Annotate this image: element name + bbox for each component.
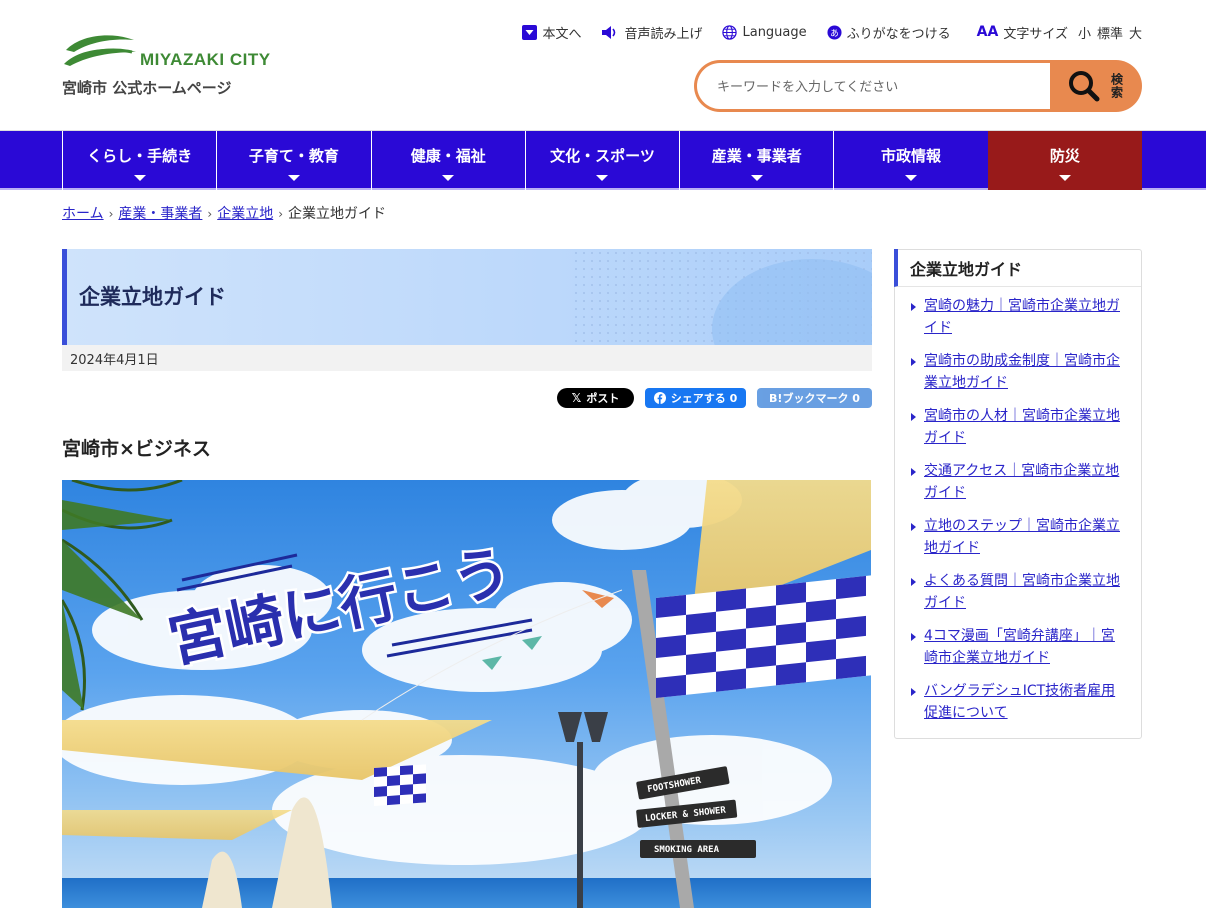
chevron-down-icon bbox=[596, 175, 609, 181]
global-nav: くらし・手続き 子育て・教育 健康・福祉 文化・スポーツ 産業・事業者 市政情報… bbox=[0, 131, 1206, 190]
x-post-label: ポスト bbox=[586, 392, 620, 405]
facebook-icon bbox=[653, 392, 666, 404]
sign-smoking-area: SMOKING AREA bbox=[654, 845, 720, 855]
breadcrumb-separator-icon: › bbox=[207, 207, 213, 221]
sidebar-link-access[interactable]: 交通アクセス｜宮崎市企業立地ガイド bbox=[924, 463, 1119, 501]
sidebar-link-manga[interactable]: 4コマ漫画「宮崎弁講座」｜宮崎市企業立地ガイド bbox=[924, 628, 1115, 666]
svg-text:あ: あ bbox=[830, 27, 838, 37]
read-aloud-label: 音声読み上げ bbox=[624, 26, 703, 42]
facebook-share-label: シェアする 0 bbox=[670, 392, 738, 405]
utility-bar: 本文へ 音声読み上げ Language あ ふりがなをつける AA 文字サイズ … bbox=[502, 22, 1142, 42]
site-name: 宮崎市 公式ホームページ bbox=[62, 79, 232, 97]
site-header: MIYAZAKI CITY 宮崎市 公式ホームページ 本文へ 音声読み上げ La… bbox=[0, 0, 1206, 131]
sidebar-link-faq[interactable]: よくある質問｜宮崎市企業立地ガイド bbox=[924, 573, 1120, 611]
x-post-button[interactable]: 𝕏 ポスト bbox=[557, 388, 634, 408]
search-form: 検索 bbox=[694, 60, 1142, 112]
beach-illustration: FOOTSHOWER LOCKER & SHOWER SMOKING AREA … bbox=[62, 480, 871, 908]
miyazaki-logo-mark bbox=[64, 35, 136, 66]
skip-label: 本文へ bbox=[542, 26, 582, 42]
nav-label: 健康・福祉 bbox=[410, 147, 486, 165]
sidebar-item: 宮崎市の人材｜宮崎市企業立地ガイド bbox=[909, 405, 1123, 449]
nav-label: 市政情報 bbox=[881, 147, 942, 165]
nav-item-city-info[interactable]: 市政情報 bbox=[833, 131, 987, 190]
search-button-label: 検索 bbox=[1109, 73, 1124, 99]
globe-icon bbox=[722, 24, 738, 40]
nav-label: 防災 bbox=[1049, 147, 1080, 165]
breadcrumb-separator-icon: › bbox=[108, 207, 114, 221]
sidebar-item: 立地のステップ｜宮崎市企業立地ガイド bbox=[909, 515, 1123, 559]
hero-image: FOOTSHOWER LOCKER & SHOWER SMOKING AREA … bbox=[62, 480, 871, 908]
sidebar-item: 4コマ漫画「宮崎弁講座」｜宮崎市企業立地ガイド bbox=[909, 625, 1123, 669]
chevron-down-icon bbox=[750, 175, 763, 181]
nav-item-disaster[interactable]: 防災 bbox=[987, 131, 1142, 190]
search-button[interactable]: 検索 bbox=[1050, 60, 1142, 112]
search-icon bbox=[1068, 71, 1099, 102]
nav-label: 文化・スポーツ bbox=[550, 147, 655, 165]
nav-label: 子育て・教育 bbox=[248, 147, 339, 165]
furigana-label: ふりがなをつける bbox=[846, 26, 951, 42]
logo-text: MIYAZAKI CITY bbox=[140, 50, 271, 69]
sidebar-link-bangladesh[interactable]: バングラデシュICT技術者雇用促進について bbox=[924, 683, 1115, 721]
x-icon: 𝕏 bbox=[571, 391, 582, 405]
sidebar-item: よくある質問｜宮崎市企業立地ガイド bbox=[909, 570, 1123, 614]
sidebar-item: バングラデシュICT技術者雇用促進について bbox=[909, 680, 1123, 724]
language-label: Language bbox=[742, 24, 807, 40]
search-box bbox=[694, 60, 1050, 112]
nav-label: くらし・手続き bbox=[87, 147, 193, 165]
arrow-down-box-icon bbox=[522, 24, 538, 40]
furigana-icon: あ bbox=[827, 24, 842, 40]
share-buttons: 𝕏 ポスト シェアする 0 B!ブックマーク 0 bbox=[546, 388, 872, 408]
font-size-small-button[interactable]: 小 bbox=[1078, 23, 1091, 42]
section-heading: 宮崎市×ビジネス bbox=[62, 438, 211, 460]
breadcrumb-separator-icon: › bbox=[278, 207, 284, 221]
breadcrumb-link-location[interactable]: 企業立地 bbox=[217, 206, 273, 222]
chevron-down-icon bbox=[287, 175, 300, 181]
font-size-large-button[interactable]: 大 bbox=[1129, 23, 1142, 42]
chevron-down-icon bbox=[442, 175, 455, 181]
site-logo[interactable]: MIYAZAKI CITY 宮崎市 公式ホームページ bbox=[62, 30, 270, 100]
nav-item-childcare[interactable]: 子育て・教育 bbox=[216, 131, 370, 190]
read-aloud-link[interactable]: 音声読み上げ bbox=[601, 23, 702, 42]
sidebar-title: 企業立地ガイド bbox=[894, 249, 1141, 287]
nav-item-health[interactable]: 健康・福祉 bbox=[370, 131, 525, 190]
chevron-down-icon bbox=[133, 175, 146, 181]
sidebar-item: 宮崎市の助成金制度｜宮崎市企業立地ガイド bbox=[909, 350, 1123, 394]
publish-date: 2024年4月1日 bbox=[62, 345, 872, 371]
sidebar-list: 宮崎の魅力｜宮崎市企業立地ガイド 宮崎市の助成金制度｜宮崎市企業立地ガイド 宮崎… bbox=[895, 287, 1141, 724]
chevron-down-icon bbox=[1058, 175, 1071, 181]
facebook-share-button[interactable]: シェアする 0 bbox=[645, 388, 746, 408]
nav-item-culture[interactable]: 文化・スポーツ bbox=[524, 131, 679, 190]
nav-item-living[interactable]: くらし・手続き bbox=[62, 131, 216, 190]
sidebar-item: 交通アクセス｜宮崎市企業立地ガイド bbox=[909, 460, 1123, 504]
sidebar-link-steps[interactable]: 立地のステップ｜宮崎市企業立地ガイド bbox=[924, 518, 1120, 556]
font-size-icon: AA bbox=[976, 24, 999, 40]
furigana-link[interactable]: あ ふりがなをつける bbox=[827, 23, 951, 42]
sidebar-link-attraction[interactable]: 宮崎の魅力｜宮崎市企業立地ガイド bbox=[924, 298, 1120, 336]
page-title-banner: 企業立地ガイド bbox=[62, 249, 872, 345]
hatena-bookmark-label: B!ブックマーク 0 bbox=[769, 392, 860, 405]
font-size-label: 文字サイズ bbox=[1003, 26, 1068, 42]
breadcrumb-current: 企業立地ガイド bbox=[288, 206, 387, 222]
sidebar-item: 宮崎の魅力｜宮崎市企業立地ガイド bbox=[909, 295, 1123, 339]
font-size-control: AA 文字サイズ 小 標準 大 bbox=[971, 23, 1142, 42]
font-size-standard-button[interactable]: 標準 bbox=[1097, 23, 1123, 42]
hatena-bookmark-button[interactable]: B!ブックマーク 0 bbox=[757, 388, 872, 408]
language-link[interactable]: Language bbox=[722, 24, 807, 40]
speaker-icon bbox=[601, 25, 619, 40]
sidebar-link-talent[interactable]: 宮崎市の人材｜宮崎市企業立地ガイド bbox=[924, 408, 1120, 446]
chevron-down-icon bbox=[905, 175, 918, 181]
page-title: 企業立地ガイド bbox=[79, 285, 226, 309]
sidebar-nav: 企業立地ガイド 宮崎の魅力｜宮崎市企業立地ガイド 宮崎市の助成金制度｜宮崎市企業… bbox=[894, 249, 1142, 739]
search-input[interactable] bbox=[717, 76, 1037, 98]
breadcrumb-link-home[interactable]: ホーム bbox=[62, 206, 104, 222]
nav-item-industry[interactable]: 産業・事業者 bbox=[679, 131, 833, 190]
breadcrumb-link-industry[interactable]: 産業・事業者 bbox=[118, 206, 202, 222]
nav-label: 産業・事業者 bbox=[711, 147, 802, 165]
sidebar-link-subsidy[interactable]: 宮崎市の助成金制度｜宮崎市企業立地ガイド bbox=[924, 353, 1120, 391]
skip-to-content-link[interactable]: 本文へ bbox=[522, 23, 581, 42]
breadcrumb: ホーム › 産業・事業者 › 企業立地 › 企業立地ガイド bbox=[62, 203, 386, 223]
